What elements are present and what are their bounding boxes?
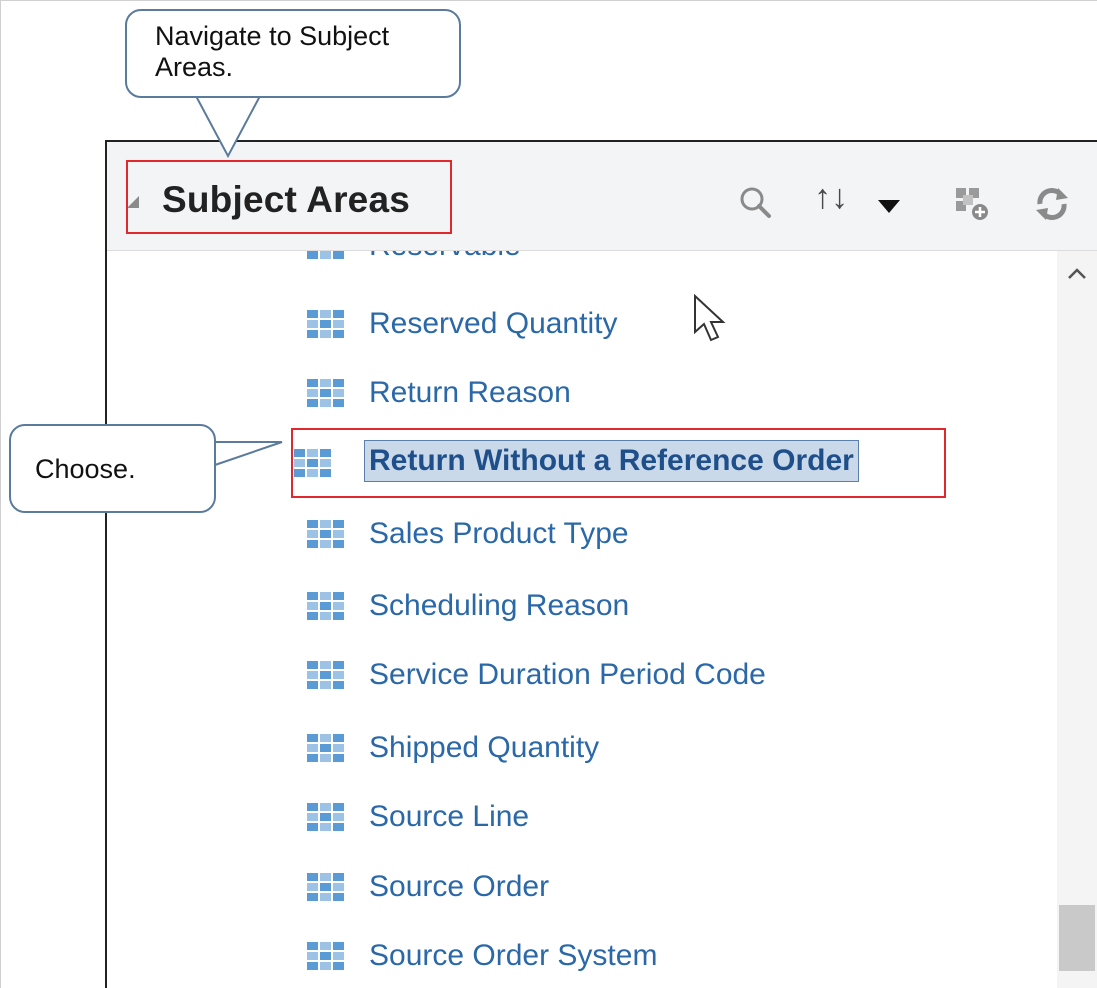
subject-area-icon: [307, 520, 347, 552]
subject-area-icon: [307, 661, 347, 693]
vertical-scrollbar[interactable]: [1057, 251, 1097, 988]
callout-navigate: Navigate to Subject Areas.: [125, 9, 461, 98]
list-item-label: Source Line: [369, 800, 530, 833]
list-item-label: Reserved Quantity: [369, 307, 618, 340]
subject-area-list: Reservable Reserved Quantity Return Reas…: [107, 251, 1057, 988]
refresh-icon[interactable]: [1032, 184, 1072, 224]
mouse-cursor-icon: [694, 294, 726, 342]
search-icon[interactable]: [737, 184, 777, 224]
add-subject-area-icon[interactable]: [952, 184, 992, 224]
scroll-up-icon[interactable]: [1066, 265, 1088, 281]
list-item[interactable]: Sales Product Type: [107, 506, 1057, 566]
list-item-label: Return Reason: [369, 376, 571, 409]
list-item-label: Service Duration Period Code: [369, 658, 766, 691]
subject-area-icon: [307, 251, 347, 263]
subject-area-icon: [307, 592, 347, 624]
list-item[interactable]: Scheduling Reason: [107, 578, 1057, 638]
subject-area-icon: [307, 734, 347, 766]
subject-area-icon: [307, 942, 347, 974]
list-item[interactable]: Source Order: [107, 859, 1057, 919]
list-item-label: Scheduling Reason: [369, 589, 630, 622]
callout-pointer: [211, 441, 283, 467]
subject-area-icon: [307, 310, 347, 342]
list-item-label: Reservable: [369, 251, 521, 263]
sort-dropdown-icon[interactable]: [878, 200, 900, 213]
subject-area-icon: [307, 379, 347, 411]
callout-choose: Choose.: [9, 424, 216, 513]
list-item[interactable]: Shipped Quantity: [107, 720, 1057, 780]
list-item-label: Source Order: [369, 870, 550, 903]
scrollbar-thumb[interactable]: [1059, 905, 1095, 971]
selection-highlight-box: [291, 428, 946, 498]
list-item[interactable]: Reserved Quantity: [107, 296, 1057, 356]
callout-choose-text: Choose.: [35, 454, 136, 484]
title-highlight-box: [126, 160, 452, 234]
list-item[interactable]: Return Reason: [107, 365, 1057, 425]
callout-navigate-text: Navigate to Subject Areas.: [155, 21, 390, 82]
subject-area-icon: [307, 873, 347, 905]
callout-pointer: [195, 95, 261, 159]
sort-button[interactable]: ↑↓: [814, 178, 848, 217]
list-item[interactable]: Service Duration Period Code: [107, 647, 1057, 707]
subject-area-icon: [307, 803, 347, 835]
list-item-label: Source Order System: [369, 939, 658, 972]
subject-areas-panel: Subject Areas ↑↓ Reserved Quantity Retur…: [105, 140, 1097, 988]
list-item-label: Sales Product Type: [369, 517, 629, 550]
list-item[interactable]: Source Order System: [107, 928, 1057, 988]
list-item[interactable]: Source Line: [107, 789, 1057, 849]
list-item-label: Shipped Quantity: [369, 731, 600, 764]
